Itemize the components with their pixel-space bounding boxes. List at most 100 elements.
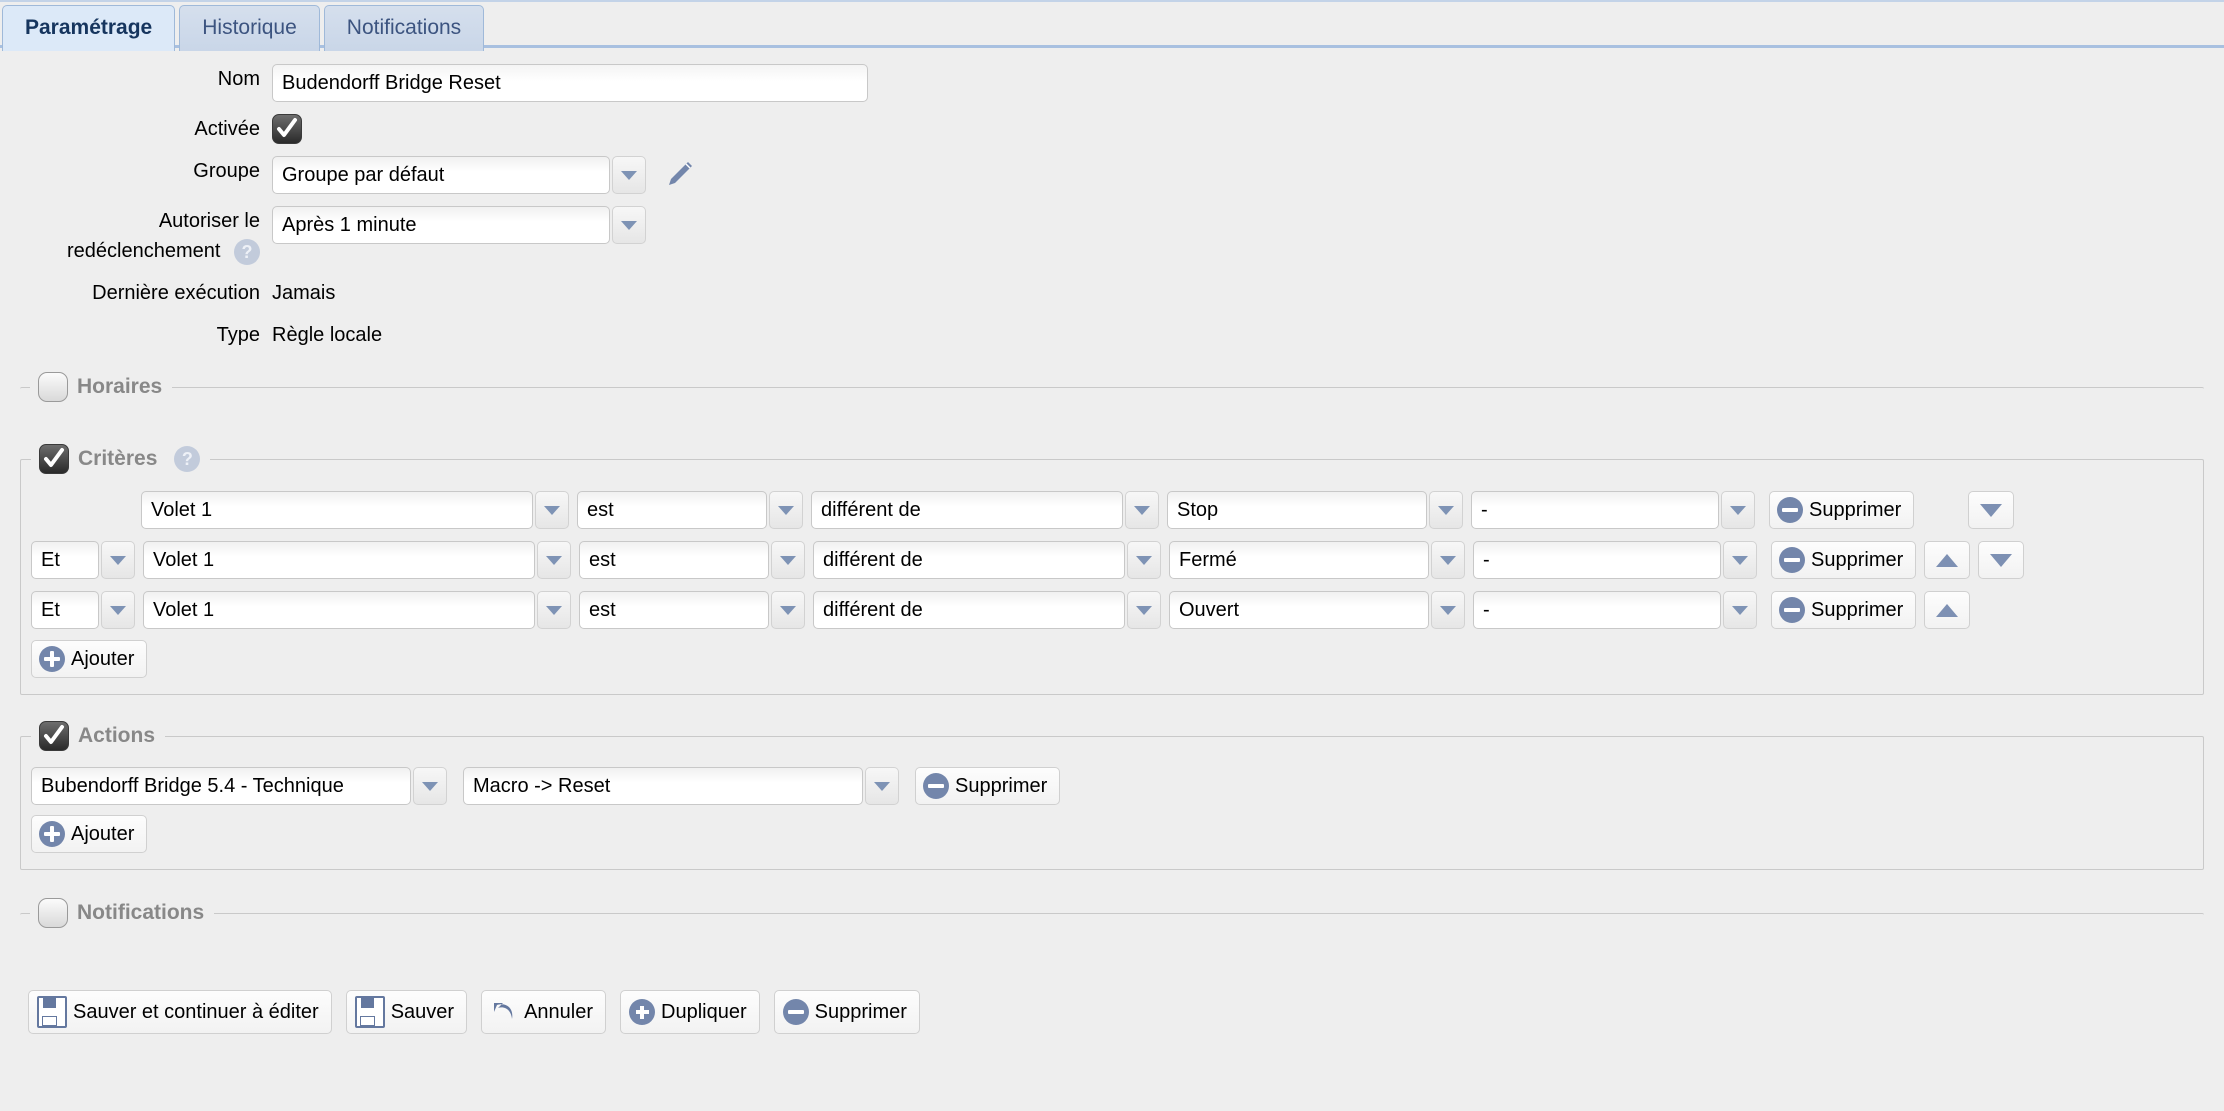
action-device-value: Bubendorff Bridge 5.4 - Technique — [31, 767, 411, 805]
actions-legend-label: Actions — [78, 724, 156, 747]
criteria-verb-select[interactable]: est — [579, 591, 805, 629]
chevron-down-icon[interactable] — [612, 206, 646, 244]
action-device-select[interactable]: Bubendorff Bridge 5.4 - Technique — [31, 767, 447, 805]
chevron-down-icon[interactable] — [101, 591, 135, 629]
criteria-move-down-button[interactable] — [1978, 541, 2025, 579]
tab-notifications[interactable]: Notifications — [323, 5, 485, 51]
criteria-legend: Critères ? — [31, 444, 210, 474]
delete-button[interactable]: Supprimer — [773, 990, 920, 1034]
criteria-move-up-button[interactable] — [1924, 591, 1971, 629]
actions-section: Actions Bubendorff Bridge 5.4 - Techniqu… — [20, 721, 2204, 870]
tab-historique[interactable]: Historique — [179, 5, 320, 51]
action-command-select[interactable]: Macro -> Reset — [463, 767, 899, 805]
actions-add-wrap: Ajouter — [21, 815, 2203, 853]
criteria-value-select[interactable]: Fermé — [1169, 541, 1465, 579]
criteria-device-select[interactable]: Volet 1 — [143, 591, 571, 629]
schedule-legend: Horaires — [30, 372, 172, 402]
schedule-section: Horaires — [20, 372, 2204, 418]
edit-pencil-icon[interactable] — [662, 158, 696, 192]
notifications-checkbox[interactable] — [38, 898, 68, 928]
chevron-down-icon[interactable] — [537, 591, 571, 629]
minus-icon — [1779, 597, 1805, 623]
save-button[interactable]: Sauver — [345, 990, 468, 1034]
retrigger-select[interactable]: Après 1 minute — [272, 206, 646, 244]
actions-add-button[interactable]: Ajouter — [31, 815, 148, 853]
criteria-conjunction-select[interactable]: Et — [31, 541, 135, 579]
name-input[interactable] — [272, 64, 868, 102]
plus-icon — [39, 821, 65, 847]
criteria-conjunction-select[interactable]: Et — [31, 591, 135, 629]
criteria-extra-select[interactable]: - — [1473, 541, 1757, 579]
chevron-down-icon[interactable] — [1429, 491, 1463, 529]
field-row-group: Groupe Groupe par défaut — [0, 156, 2224, 194]
last-run-value: Jamais — [272, 282, 336, 304]
criteria-value-select[interactable]: Ouvert — [1169, 591, 1465, 629]
enabled-checkbox[interactable] — [272, 114, 302, 144]
chevron-down-icon[interactable] — [535, 491, 569, 529]
criteria-value-value: Fermé — [1169, 541, 1429, 579]
schedule-checkbox[interactable] — [38, 372, 68, 402]
criteria-add-wrap: Ajouter — [21, 640, 2203, 678]
help-icon-retrigger[interactable]: ? — [234, 238, 260, 265]
criteria-verb-value: est — [577, 491, 767, 529]
criteria-add-button[interactable]: Ajouter — [31, 640, 148, 678]
tab-historique-label: Historique — [202, 16, 297, 39]
criteria-delete-button[interactable]: Supprimer — [1771, 591, 1917, 629]
tab-parametrage[interactable]: Paramétrage — [2, 5, 176, 51]
field-row-enabled: Activée — [0, 114, 2224, 144]
actions-checkbox[interactable] — [39, 721, 69, 751]
criteria-extra-select[interactable]: - — [1473, 591, 1757, 629]
chevron-down-icon[interactable] — [1721, 491, 1755, 529]
criteria-delete-button[interactable]: Supprimer — [1771, 541, 1917, 579]
type-label: Type — [216, 324, 260, 346]
criteria-move-down-button[interactable] — [1968, 491, 2015, 529]
criteria-value-select[interactable]: Stop — [1167, 491, 1463, 529]
save-and-continue-button[interactable]: Sauver et continuer à éditer — [28, 990, 332, 1034]
group-select[interactable]: Groupe par défaut — [272, 156, 646, 194]
criteria-checkbox[interactable] — [39, 444, 69, 474]
criteria-extra-value: - — [1473, 591, 1721, 629]
action-row: Bubendorff Bridge 5.4 - Technique Macro … — [21, 767, 2203, 805]
notifications-legend: Notifications — [30, 898, 214, 928]
chevron-down-icon[interactable] — [537, 541, 571, 579]
chevron-down-icon[interactable] — [1127, 541, 1161, 579]
chevron-down-icon[interactable] — [865, 767, 899, 805]
retrigger-label-line1: Autoriser le — [158, 210, 260, 232]
action-delete-button[interactable]: Supprimer — [915, 767, 1061, 805]
criteria-device-select[interactable]: Volet 1 — [143, 541, 571, 579]
criteria-verb-select[interactable]: est — [577, 491, 803, 529]
minus-icon — [923, 773, 949, 799]
chevron-down-icon[interactable] — [771, 541, 805, 579]
chevron-down-icon[interactable] — [612, 156, 646, 194]
chevron-down-icon[interactable] — [1125, 491, 1159, 529]
criteria-move-up-button[interactable] — [1924, 541, 1971, 579]
criteria-extra-select[interactable]: - — [1471, 491, 1755, 529]
criteria-operator-select[interactable]: différent de — [813, 541, 1161, 579]
chevron-down-icon[interactable] — [1723, 591, 1757, 629]
chevron-down-icon[interactable] — [771, 591, 805, 629]
criteria-delete-label: Supprimer — [1811, 548, 1904, 571]
criteria-operator-value: différent de — [811, 491, 1123, 529]
criteria-verb-select[interactable]: est — [579, 541, 805, 579]
chevron-down-icon[interactable] — [1431, 591, 1465, 629]
criteria-device-select[interactable]: Volet 1 — [141, 491, 569, 529]
chevron-down-icon[interactable] — [1127, 591, 1161, 629]
criteria-delete-button[interactable]: Supprimer — [1769, 491, 1915, 529]
chevron-down-icon[interactable] — [1431, 541, 1465, 579]
chevron-down-icon[interactable] — [769, 491, 803, 529]
chevron-down-icon[interactable] — [1723, 541, 1757, 579]
settings-form: Nom Activée Groupe Groupe par défaut — [0, 48, 2224, 350]
group-select-value: Groupe par défaut — [272, 156, 610, 194]
criteria-verb-value: est — [579, 591, 769, 629]
criteria-operator-select[interactable]: différent de — [813, 591, 1161, 629]
criteria-operator-select[interactable]: différent de — [811, 491, 1159, 529]
chevron-down-icon[interactable] — [413, 767, 447, 805]
tab-parametrage-label: Paramétrage — [25, 16, 153, 39]
type-value: Règle locale — [272, 324, 383, 346]
name-label: Nom — [217, 68, 260, 90]
help-icon-criteria[interactable]: ? — [174, 446, 201, 472]
notifications-legend-label: Notifications — [77, 901, 205, 924]
cancel-button[interactable]: Annuler — [481, 990, 607, 1034]
duplicate-button[interactable]: Dupliquer — [620, 990, 760, 1034]
chevron-down-icon[interactable] — [101, 541, 135, 579]
